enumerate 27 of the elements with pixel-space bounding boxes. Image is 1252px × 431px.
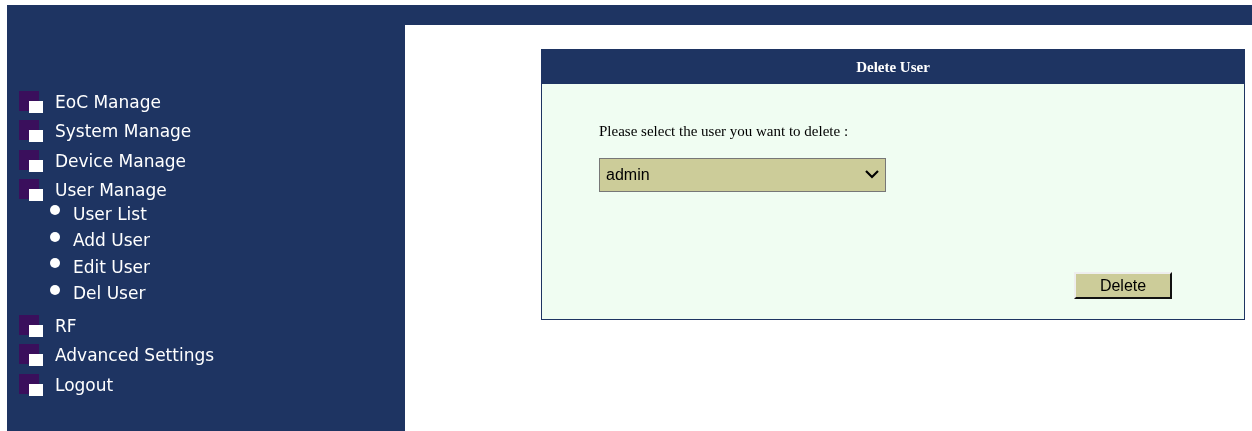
menu-item[interactable]: RF — [19, 307, 405, 337]
menu-square-icon — [19, 179, 43, 201]
panel-title: Delete User — [542, 50, 1244, 84]
submenu-item[interactable]: Add User — [19, 227, 405, 255]
menu-square-icon — [19, 149, 43, 172]
menu-square-icon — [19, 344, 43, 367]
menu-square-icon — [19, 120, 43, 142]
menu-item[interactable]: Logout — [19, 366, 405, 396]
submenu-item[interactable]: Edit User — [19, 254, 405, 281]
submenu-item[interactable]: User List — [19, 201, 405, 228]
menu-square-icon — [19, 90, 43, 113]
user-select[interactable]: admin — [599, 157, 886, 192]
bullet-icon — [49, 283, 61, 296]
bullet-icon — [49, 257, 61, 270]
chevron-down-icon — [865, 170, 879, 179]
menu-item[interactable]: User Manage — [19, 171, 405, 201]
menu-item[interactable]: EoC Manage — [19, 83, 405, 113]
menu-item[interactable]: Device Manage — [19, 142, 405, 172]
menu-square-icon — [19, 314, 43, 337]
menu-item[interactable]: Advanced Settings — [19, 336, 405, 367]
menu-item[interactable]: System Manage — [19, 112, 405, 142]
delete-button[interactable]: Delete — [1074, 271, 1172, 299]
bullet-icon — [49, 230, 61, 243]
submenu-item[interactable]: Del User — [19, 280, 405, 308]
menu-square-icon — [19, 373, 43, 396]
bullet-icon — [49, 204, 61, 216]
prompt-text: Please select the user you want to delete : — [599, 122, 850, 141]
